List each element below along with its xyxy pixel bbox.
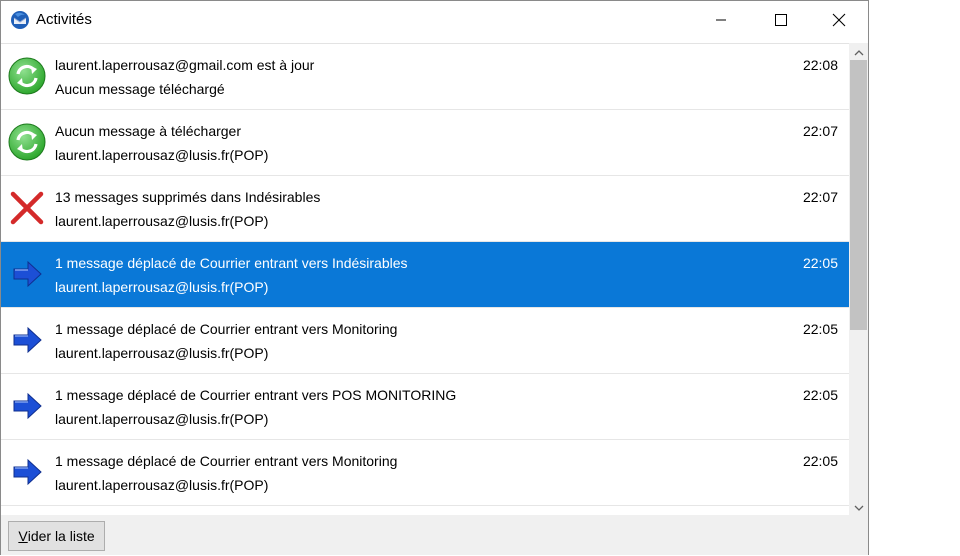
move-arrow-icon [8,321,46,359]
activity-time: 22:07 [802,123,838,139]
activity-list[interactable]: laurent.laperrousaz@gmail.com est à jour… [1,43,849,516]
move-arrow-icon [8,255,46,293]
chevron-up-icon [854,44,864,60]
thunderbird-icon [10,10,30,30]
move-arrow-icon [8,387,46,425]
activity-detail: laurent.laperrousaz@lusis.fr(POP) [55,345,269,361]
activity-row[interactable]: 1 message déplacé de Courrier entrant ve… [1,308,849,374]
activity-detail: laurent.laperrousaz@lusis.fr(POP) [55,411,269,427]
activity-title: 1 message déplacé de Courrier entrant ve… [55,255,408,271]
activity-title: 1 message déplacé de Courrier entrant ve… [55,387,457,403]
activity-title: laurent.laperrousaz@gmail.com est à jour [55,57,315,73]
move-arrow-icon [8,453,46,491]
activity-title: 13 messages supprimés dans Indésirables [55,189,321,205]
vertical-scrollbar[interactable] [849,43,868,515]
delete-x-icon [8,189,46,227]
maximize-icon [775,13,787,29]
window-title: Activités [36,11,92,28]
clear-list-button[interactable]: Vider la liste [8,521,105,551]
close-icon [832,13,846,30]
activity-detail: laurent.laperrousaz@lusis.fr(POP) [55,477,269,493]
maximize-button[interactable] [758,1,804,41]
scroll-up-button[interactable] [849,43,868,60]
activity-row[interactable]: laurent.laperrousaz@gmail.com est à jour… [1,44,849,110]
activity-detail: laurent.laperrousaz@lusis.fr(POP) [55,213,269,229]
activity-detail: Aucun message téléchargé [55,81,225,97]
activity-time: 22:05 [802,255,838,271]
activity-row[interactable]: 1 message déplacé de Courrier entrant ve… [1,440,849,506]
minimize-button[interactable] [698,1,744,41]
activity-title: 1 message déplacé de Courrier entrant ve… [55,321,398,337]
minimize-icon [715,13,727,29]
activity-row[interactable]: 1 message déplacé de Courrier entrant ve… [1,374,849,440]
chevron-down-icon [854,499,864,515]
activity-row[interactable]: 1 message déplacé de Courrier entrant ve… [1,242,849,308]
activity-row[interactable]: 13 messages supprimés dans Indésirables l… [1,176,849,242]
activity-time: 22:05 [802,321,838,337]
scroll-down-button[interactable] [849,498,868,515]
activity-time: 22:05 [802,387,838,403]
activity-time: 22:07 [802,189,838,205]
activity-time: 22:05 [802,453,838,469]
activity-title: Aucun message à télécharger [55,123,241,139]
scroll-thumb[interactable] [850,60,867,330]
activity-detail: laurent.laperrousaz@lusis.fr(POP) [55,279,269,295]
activity-detail: laurent.laperrousaz@lusis.fr(POP) [55,147,269,163]
clear-list-label: ider la liste [27,528,95,544]
close-button[interactable] [816,1,862,41]
activities-window: Activités laurent.laperrousaz@gmail.com … [0,0,869,555]
activity-time: 22:08 [802,57,838,73]
activity-row[interactable]: Aucun message à télécharger laurent.laper… [1,110,849,176]
footer-bar: Vider la liste [1,515,868,555]
sync-icon [8,123,46,161]
activity-title: 1 message déplacé de Courrier entrant ve… [55,453,398,469]
sync-icon [8,57,46,95]
title-bar[interactable]: Activités [1,1,868,41]
clear-list-accesskey: V [18,528,28,544]
